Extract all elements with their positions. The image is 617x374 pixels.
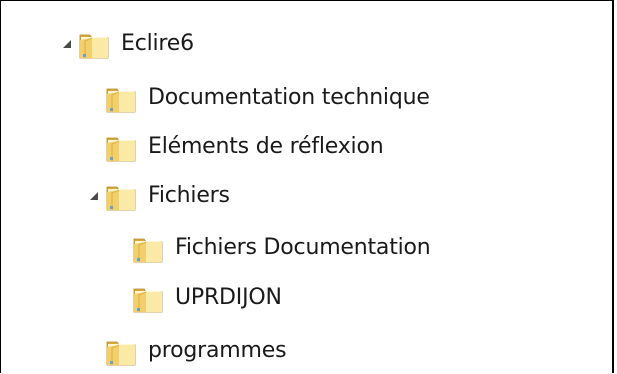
folder-icon [106, 341, 136, 366]
tree-item-spacer [111, 275, 131, 321]
tree-item-spacer [84, 328, 104, 374]
folder-tree: Eclire6 Documentation technique Eléments… [1, 1, 612, 373]
tree-item-label: Documentation technique [148, 85, 430, 110]
folder-tree-panel: Eclire6 Documentation technique Eléments… [0, 0, 614, 373]
folder-icon [133, 238, 163, 263]
tree-item-label: programmes [148, 338, 287, 363]
tree-item-eclire6[interactable]: Eclire6 [57, 21, 194, 67]
tree-item-label: Fichiers [148, 183, 230, 208]
folder-icon [133, 288, 163, 313]
tree-item-fichiers-documentation[interactable]: Fichiers Documentation [111, 225, 431, 271]
tree-item-label: Fichiers Documentation [175, 235, 431, 260]
folder-icon [106, 186, 136, 211]
tree-item-elements-de-reflexion[interactable]: Eléments de réflexion [84, 124, 384, 170]
expanded-triangle-icon[interactable] [84, 173, 104, 219]
folder-icon [106, 88, 136, 113]
folder-icon [106, 137, 136, 162]
tree-item-spacer [111, 225, 131, 271]
tree-item-documentation-technique[interactable]: Documentation technique [84, 75, 430, 121]
tree-item-fichiers[interactable]: Fichiers [84, 173, 230, 219]
tree-item-label: Eclire6 [121, 31, 194, 56]
tree-item-label: UPRDIJON [175, 285, 282, 310]
expanded-triangle-icon[interactable] [57, 21, 77, 67]
tree-item-label: Eléments de réflexion [148, 134, 384, 159]
tree-item-spacer [84, 75, 104, 121]
tree-item-programmes[interactable]: programmes [84, 328, 287, 374]
tree-item-uprdijon[interactable]: UPRDIJON [111, 275, 282, 321]
tree-item-spacer [84, 124, 104, 170]
folder-icon [79, 34, 109, 59]
